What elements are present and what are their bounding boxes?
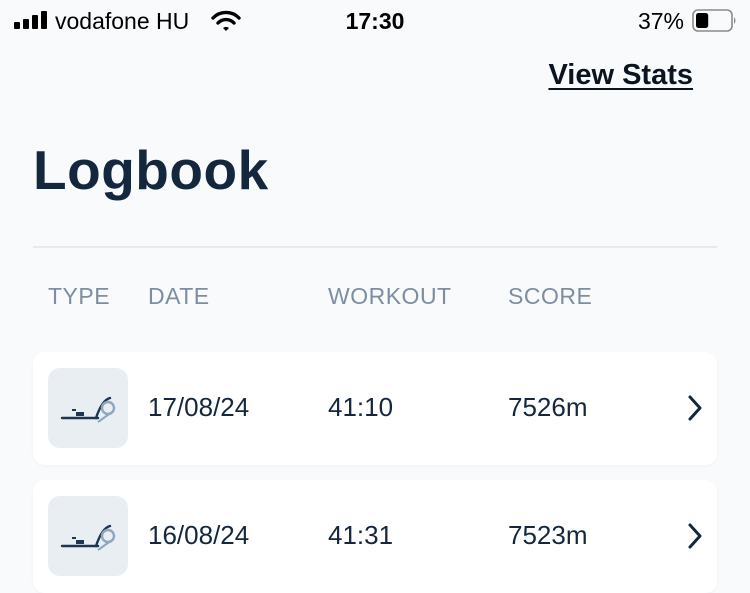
row-date: 16/08/24 [148,520,250,550]
chevron-right-icon [688,523,702,549]
status-bar: vodafone HU 17:30 37% [0,0,750,44]
logbook-row[interactable]: 17/08/24 41:10 7526m [33,352,717,465]
rowing-machine-icon [48,496,128,576]
battery-icon [692,9,736,32]
battery-percent: 37% [637,8,684,34]
rowing-machine-icon [48,368,128,448]
row-score: 7526m [508,392,588,422]
row-score: 7523m [508,520,588,550]
row-workout: 41:31 [328,520,394,550]
column-header-score: SCORE [508,283,593,309]
column-header-type: TYPE [48,283,111,309]
column-header-date: DATE [148,283,210,309]
chevron-right-icon [688,395,702,421]
divider [33,246,717,248]
logbook-row[interactable]: 16/08/24 41:31 7523m [33,480,717,593]
row-date: 17/08/24 [148,392,250,422]
view-stats-link[interactable]: View Stats [548,59,693,92]
row-workout: 41:10 [328,392,394,422]
page-title: Logbook [33,139,269,201]
column-header-workout: WORKOUT [328,283,452,309]
